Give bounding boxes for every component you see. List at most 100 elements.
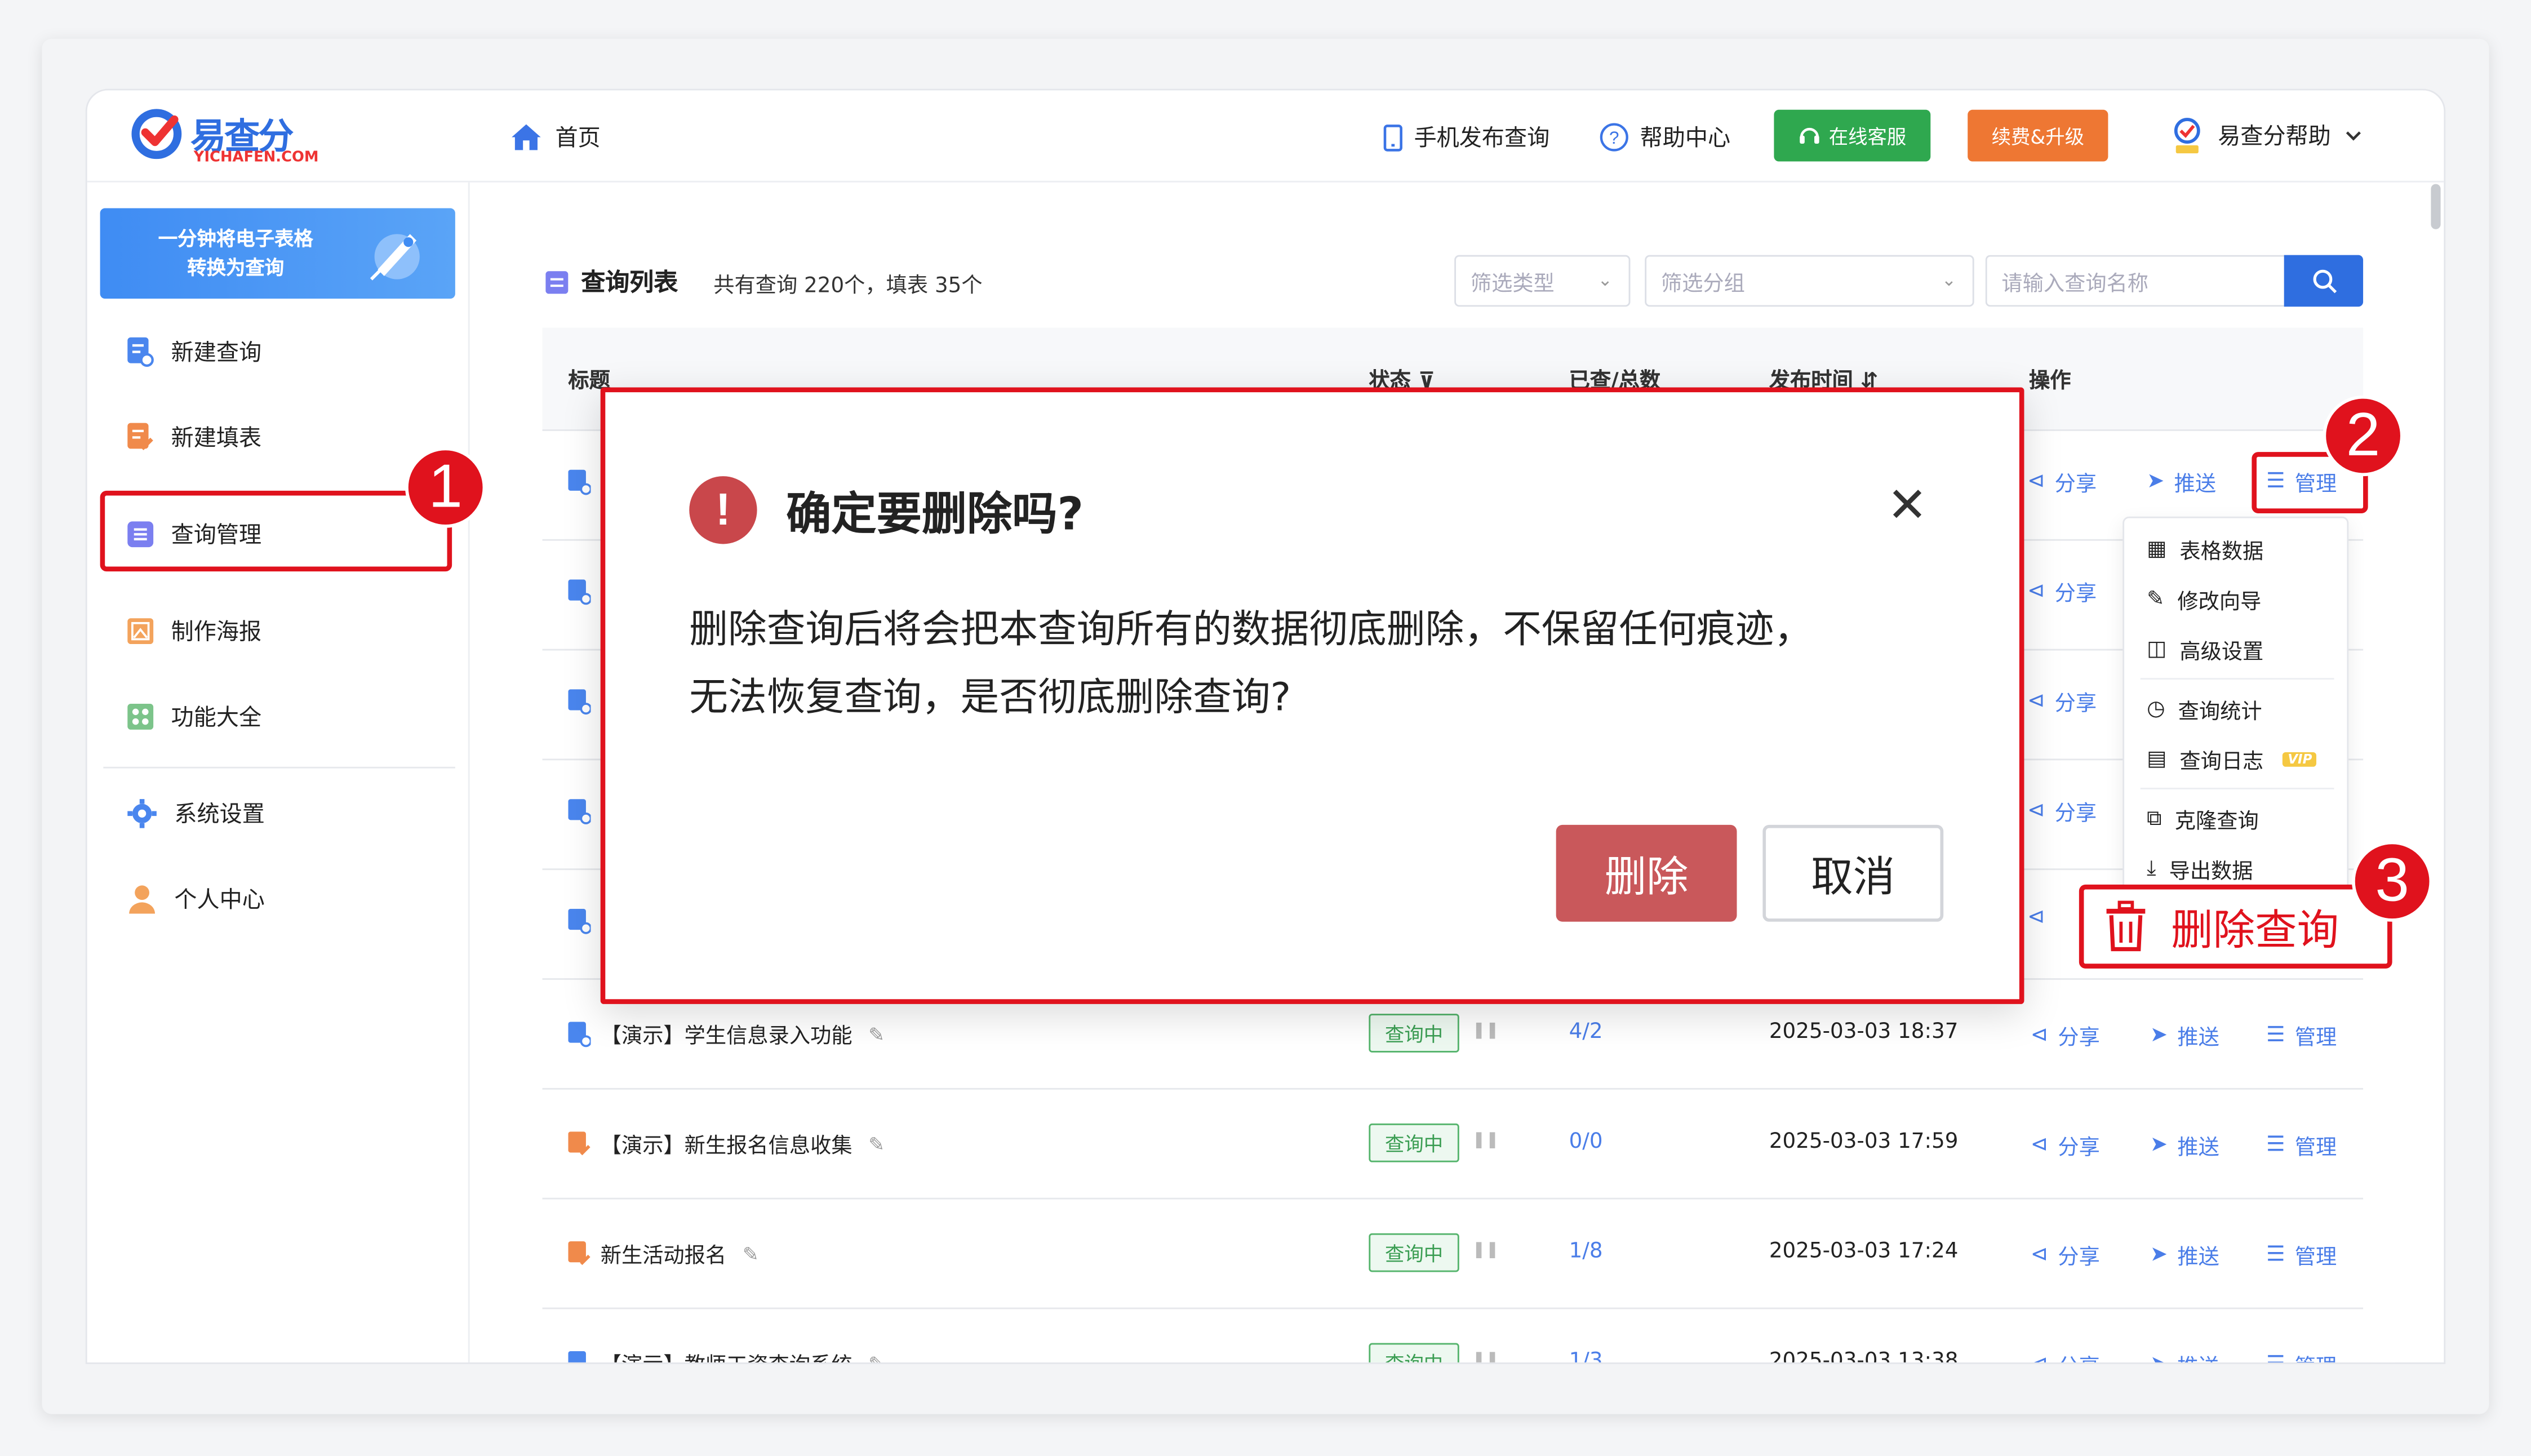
share-button[interactable]: ⊲ 分享: [2030, 1130, 2100, 1161]
edit-pencil-icon[interactable]: ✎: [743, 1242, 759, 1264]
sidebar-item-poster[interactable]: 制作海报: [126, 612, 261, 651]
sidebar-item-settings[interactable]: 系统设置: [126, 794, 265, 833]
row-type-icon: [568, 469, 591, 496]
online-service-button[interactable]: 在线客服: [1774, 109, 1931, 162]
manage-button[interactable]: ☰ 管理: [2266, 1130, 2337, 1161]
push-button[interactable]: ➤ 推送: [2150, 1240, 2219, 1271]
status-badge[interactable]: 查询中: [1369, 1014, 1459, 1053]
share-button[interactable]: ⊲ 分享: [2031, 1020, 2100, 1051]
list-icon: [545, 270, 569, 293]
table-row[interactable]: 【演示】新生报名信息收集 ✎ 查询中 ❚❚ 0/0 2025-03-03 17:…: [542, 1090, 2364, 1200]
filter-group-placeholder: 筛选分组: [1660, 272, 1745, 296]
dialog-body-line1: 删除查询后将会把本查询所有的数据彻底删除，不保留任何痕迹，: [689, 607, 1813, 652]
menu-item-advanced-settings[interactable]: ◫ 高级设置: [2147, 631, 2263, 667]
edit-pencil-icon[interactable]: ✎: [868, 1023, 885, 1045]
logo-icon: [131, 109, 182, 159]
sidebar-banner[interactable]: 一分钟将电子表格 转换为查询: [100, 208, 455, 299]
status-badge[interactable]: 查询中: [1369, 1343, 1459, 1362]
pause-icon[interactable]: ❚❚: [1472, 1351, 1499, 1362]
confirm-delete-button[interactable]: 删除: [1556, 824, 1737, 922]
share-icon: ⊲: [2027, 469, 2045, 494]
row-title[interactable]: 新生活动报名 ✎: [568, 1238, 759, 1269]
publish-time: 2025-03-03 17:59: [1769, 1130, 1959, 1155]
progress-count[interactable]: 1/3: [1569, 1350, 1603, 1362]
menu-lines-icon: ☰: [2266, 1023, 2285, 1048]
pause-icon[interactable]: ❚❚: [1472, 1241, 1499, 1259]
menu-item-label: 查询日志: [2179, 749, 2264, 774]
push-button[interactable]: ➤ 推送: [2150, 1020, 2219, 1051]
dialog-body: 删除查询后将会把本查询所有的数据彻底删除，不保留任何痕迹， 无法恢复查询，是否彻…: [689, 596, 1948, 731]
nav-mobile-publish[interactable]: 手机发布查询: [1383, 119, 1549, 155]
manage-button[interactable]: ☰ 管理: [2266, 1240, 2337, 1271]
manage-button[interactable]: ☰ 管理: [2266, 1020, 2337, 1051]
pause-icon[interactable]: ❚❚: [1472, 1022, 1499, 1040]
sidebar-item-label: 功能大全: [171, 705, 262, 731]
row-title[interactable]: 【演示】教师工资查询系统 ✎: [568, 1348, 885, 1362]
menu-lines-icon: ☰: [2266, 1242, 2285, 1267]
row-title[interactable]: 【演示】学生信息录入功能 ✎: [568, 1019, 885, 1049]
menu-item-export-data[interactable]: ⤓ 导出数据: [2147, 851, 2253, 886]
row-title[interactable]: 【演示】新生报名信息收集 ✎: [568, 1128, 885, 1159]
share-icon: ⊲: [2027, 579, 2045, 604]
nav-home-label: 首页: [555, 126, 601, 152]
edit-pencil-icon[interactable]: ✎: [868, 1352, 885, 1362]
sidebar-item-profile[interactable]: 个人中心: [126, 880, 265, 918]
menu-item-query-log[interactable]: ▤ 查询日志 VIP: [2147, 741, 2317, 776]
share-icon: ⊲: [2030, 1242, 2049, 1267]
share-button[interactable]: ⊲ 分享: [2027, 576, 2097, 607]
share-icon: ⊲: [2030, 1133, 2049, 1158]
sidebar-item-features[interactable]: 功能大全: [126, 698, 261, 736]
status-badge[interactable]: 查询中: [1369, 1123, 1459, 1162]
menu-item-query-stats[interactable]: ◷ 查询统计: [2147, 691, 2262, 726]
filter-type-select[interactable]: 筛选类型 ⌄: [1454, 255, 1631, 307]
sidebar-item-new-form[interactable]: 新建填表: [126, 418, 261, 457]
send-icon: ➤: [2150, 1023, 2168, 1048]
menu-item-delete-query[interactable]: 删除查询: [2079, 884, 2392, 969]
new-query-icon: [127, 337, 154, 367]
share-button[interactable]: ⊲ 分享: [2027, 796, 2097, 827]
progress-count[interactable]: 0/0: [1569, 1130, 1603, 1154]
share-button[interactable]: ⊲ 分享: [2027, 467, 2097, 498]
menu-item-table-data[interactable]: ▦ 表格数据: [2147, 531, 2263, 567]
filter-type-placeholder: 筛选类型: [1470, 272, 1555, 296]
share-icon-partial[interactable]: ⊲: [2027, 905, 2045, 930]
scrollbar-thumb[interactable]: [2431, 184, 2441, 229]
share-button[interactable]: ⊲ 分享: [2030, 1240, 2100, 1271]
menu-item-clone-query[interactable]: ⧉ 克隆查询: [2147, 801, 2259, 836]
online-service-label: 在线客服: [1828, 125, 1907, 148]
user-menu[interactable]: 易查分帮助: [2169, 113, 2363, 158]
share-button[interactable]: ⊲ 分享: [2027, 686, 2097, 717]
table-row[interactable]: 新生活动报名 ✎ 查询中 ❚❚ 1/8 2025-03-03 17:24 ⊲ 分享…: [542, 1200, 2364, 1309]
form-doc-icon: [568, 1240, 590, 1264]
status-badge[interactable]: 查询中: [1369, 1233, 1459, 1272]
close-icon[interactable]: ✕: [1887, 482, 1928, 531]
nav-help-center[interactable]: ? 帮助中心: [1600, 119, 1730, 155]
pause-icon[interactable]: ❚❚: [1472, 1131, 1499, 1149]
progress-count[interactable]: 4/2: [1569, 1020, 1603, 1045]
sidebar-item-new-query[interactable]: 新建查询: [126, 332, 261, 371]
progress-count[interactable]: 1/8: [1569, 1240, 1603, 1264]
edit-pencil-icon[interactable]: ✎: [868, 1133, 885, 1155]
brand-logo[interactable]: 易查分 YICHAFEN.COM: [129, 105, 323, 170]
search-button[interactable]: [2284, 255, 2364, 307]
renew-upgrade-button[interactable]: 续费&升级: [1968, 109, 2108, 162]
menu-item-label: 导出数据: [2169, 859, 2253, 884]
push-button[interactable]: ➤ 推送: [2150, 1350, 2219, 1362]
filter-group-select[interactable]: 筛选分组 ⌄: [1645, 255, 1974, 307]
step-badge-2: 2: [2323, 395, 2404, 477]
push-button[interactable]: ➤ 推送: [2150, 1130, 2219, 1161]
column-actions: 操作: [2029, 370, 2071, 394]
search-input[interactable]: 请输入查询名称: [1985, 255, 2286, 307]
share-button[interactable]: ⊲ 分享: [2031, 1350, 2100, 1362]
menu-item-edit-wizard[interactable]: ✎ 修改向导: [2147, 581, 2261, 616]
cancel-button[interactable]: 取消: [1762, 824, 1944, 922]
table-row[interactable]: 【演示】教师工资查询系统 ✎ 查询中 ❚❚ 1/3 2025-03-03 13:…: [543, 1309, 2363, 1362]
row-type-icon: [568, 579, 591, 605]
nav-home[interactable]: 首页: [510, 119, 601, 155]
manage-button[interactable]: ☰ 管理: [2266, 1350, 2337, 1362]
log-doc-icon: ▤: [2147, 746, 2167, 771]
share-icon: ⊲: [2027, 799, 2045, 824]
manage-label: 管理: [2294, 1027, 2337, 1051]
send-icon: ➤: [2150, 1353, 2168, 1362]
push-button[interactable]: ➤ 推送: [2147, 467, 2216, 498]
